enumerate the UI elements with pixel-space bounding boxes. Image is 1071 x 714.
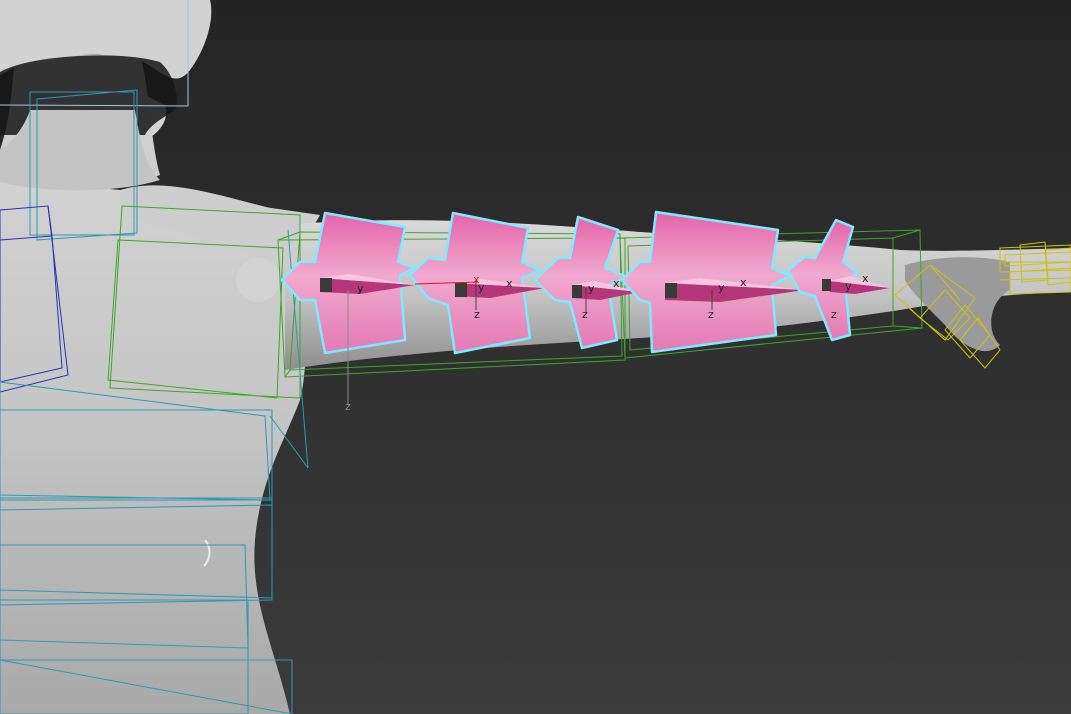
twist-bone-1-cube [320,278,332,292]
shoulder-joint [236,258,280,302]
3d-viewport[interactable]: y z y x z x y x z y x z y x z [0,0,1071,714]
bone3-z-label: z [582,308,588,321]
twist-bone-5-cube [822,279,831,291]
bone4-x-label: x [740,276,747,289]
twist-bone-3-cube [572,285,582,298]
bone4-z-label: z [708,308,714,321]
bone2-x-label: x [506,277,513,290]
bone2-x-red-label: x [473,273,480,286]
character-body-mesh[interactable] [0,0,1071,714]
bone3-y-label: y [588,282,595,295]
bone3-x-label: x [613,277,620,290]
bone2-z-label: z [474,308,480,321]
bone4-y-label: y [718,281,725,294]
twist-bone-4-cube [665,283,677,298]
bone1-z-label: z [345,400,351,413]
bone5-y-label: y [845,280,852,293]
bone5-x-label: x [862,272,869,285]
bone1-y-label: y [357,282,364,295]
bone5-z-label: z [831,308,837,321]
viewport-scene[interactable]: y z y x z x y x z y x z y x z [0,0,1071,714]
twist-bone-2-cube [455,283,467,297]
